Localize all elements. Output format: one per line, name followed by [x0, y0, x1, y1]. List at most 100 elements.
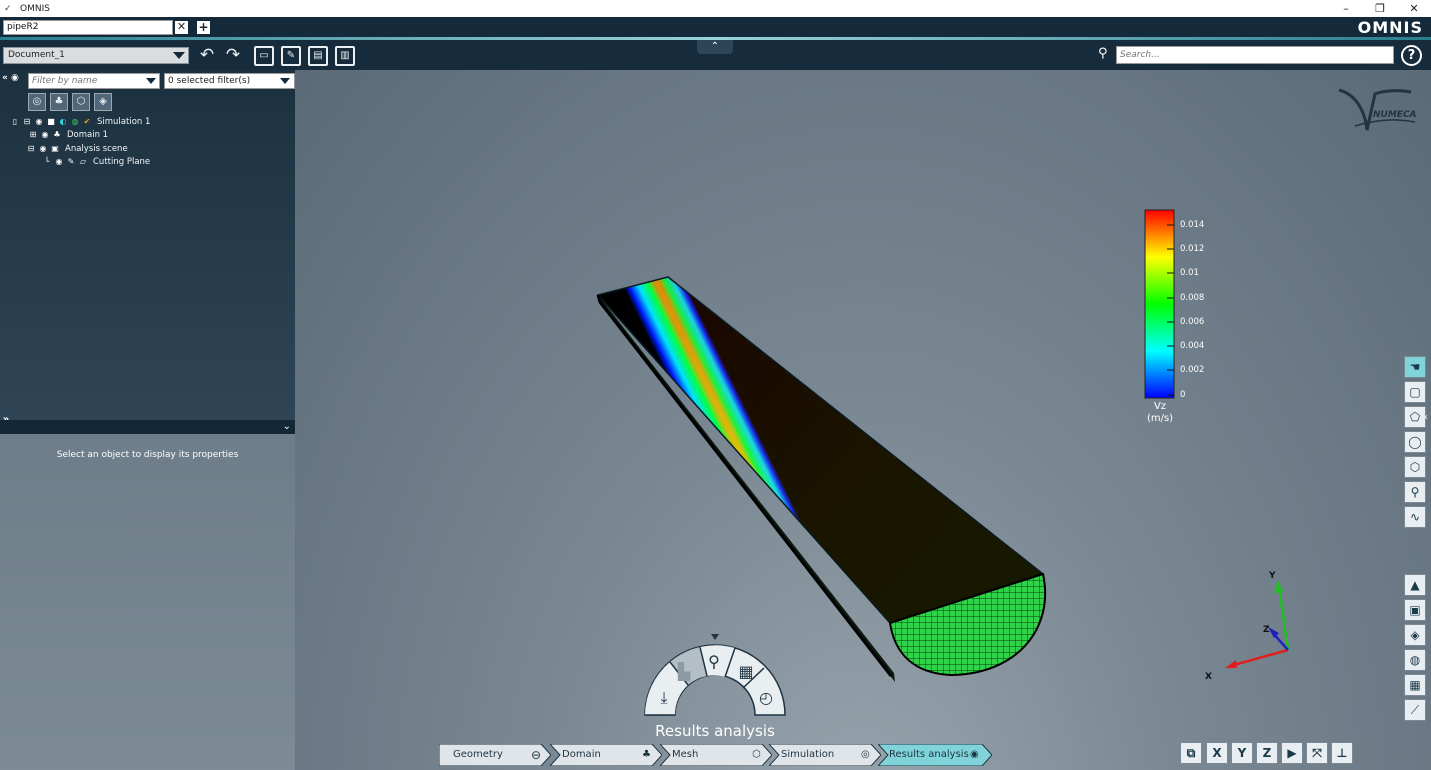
filter-select[interactable]: 0 selected filter(s) [164, 73, 295, 89]
expand-icon[interactable]: ⊞ [28, 130, 38, 139]
legend-tick-label: 0.012 [1180, 244, 1205, 254]
axes-icon[interactable]: ⊥ [1331, 742, 1353, 764]
undo-icon[interactable]: ↶ [196, 45, 218, 67]
image-export-icon[interactable]: ▣ [1404, 599, 1426, 621]
legend-tick-label: 0 [1180, 390, 1186, 400]
tree-item-analysis-scene[interactable]: ⊟ ◉ ▣ Analysis scene [26, 142, 128, 155]
show-geometry-icon[interactable]: ◎ [28, 93, 46, 111]
camera-icon[interactable]: ▶ [1281, 742, 1303, 764]
legend-tick-label: 0.008 [1180, 293, 1205, 303]
help-icon[interactable]: ? [1401, 45, 1422, 66]
window-layout-icon[interactable]: ▥ [335, 46, 355, 66]
properties-panel: Select an object to display its properti… [0, 434, 295, 770]
3d-viewport[interactable]: NUMECA [295, 70, 1431, 770]
visibility-toggle-icon[interactable]: ◉ [11, 73, 19, 83]
perspective-view-icon[interactable]: ⧉ [1180, 742, 1202, 764]
fit-view-icon[interactable]: ⤧ [1306, 742, 1328, 764]
search-input[interactable] [1116, 46, 1394, 64]
chart-icon[interactable]: ▙ [672, 662, 696, 681]
chevron-down-icon[interactable]: ⌄ [283, 420, 291, 434]
expand-icon[interactable]: ⊟ [22, 117, 32, 126]
filter-dropdown-icon[interactable] [146, 78, 156, 84]
save-icon[interactable]: ▭ [254, 46, 274, 66]
redo-icon[interactable]: ↷ [222, 45, 244, 67]
restore-button[interactable]: ❐ [1363, 0, 1397, 17]
cube-view-icon[interactable]: ◈ [1404, 624, 1426, 646]
add-tab-icon[interactable]: + [197, 21, 210, 34]
running-icon: ◍ [71, 117, 79, 126]
shading-icon[interactable]: ◍ [1404, 649, 1426, 671]
tree-item-label: Simulation 1 [97, 116, 151, 127]
collapse-toolbar-toggle[interactable]: ⌃ [697, 40, 733, 54]
view-z-button[interactable]: Z [1256, 742, 1278, 764]
polygon-select-icon[interactable]: ⬠ [1404, 406, 1426, 428]
eye-icon[interactable]: ◉ [38, 144, 48, 153]
show-mesh-icon[interactable]: ⬡ [72, 93, 90, 111]
wheel-title: Results analysis [655, 722, 775, 740]
workflow-step-simulation[interactable]: Simulation ◎ [769, 744, 881, 766]
viewport-scene: NUMECA [596, 88, 1417, 682]
face-select-icon[interactable]: ⬡ [1404, 456, 1426, 478]
close-tab-icon[interactable]: ✕ [175, 21, 188, 34]
collapse-panel-icon[interactable]: « ◉ [2, 73, 19, 83]
cutting-plane-edge-right [598, 277, 1043, 623]
calculator-icon[interactable]: ▦ [734, 662, 758, 681]
properties-empty-message: Select an object to display its properti… [56, 450, 239, 460]
legend-variable: Vz [1153, 401, 1167, 412]
download-icon[interactable]: ⤓ [652, 688, 676, 708]
tree-item-label: Analysis scene [65, 143, 128, 154]
box-select-icon[interactable]: ▢ [1404, 381, 1426, 403]
mesh-step-icon: ⬡ [752, 749, 761, 760]
side-collapse-icon[interactable]: ‹ [1424, 412, 1428, 423]
edit-icon[interactable]: ✎ [66, 157, 76, 166]
legend-tick-label: 0.002 [1180, 365, 1205, 375]
curve-select-icon[interactable]: ∿ [1404, 506, 1426, 528]
document-tab-bar: pipeR2 ✕ + OMNIS [0, 17, 1431, 37]
tree-item-simulation[interactable]: ▯ ⊟ ◉ ■ ◐ ◍ ✔ Simulation 1 [10, 115, 151, 128]
legend-title: Vz (m/s) [1138, 401, 1182, 425]
tree-item-label: Domain 1 [67, 129, 109, 140]
legend-tick-label: 0.004 [1180, 341, 1205, 351]
results-step-icon: ◉ [970, 749, 979, 760]
eye-icon[interactable]: ◉ [34, 117, 44, 126]
lasso-select-icon[interactable]: ◯ [1404, 431, 1426, 453]
app-menu-icon[interactable]: ✓ [4, 4, 18, 14]
tree-branch-icon: └ [44, 157, 50, 166]
filter-select-arrow-icon[interactable] [280, 78, 290, 84]
workflow-step-results-analysis[interactable]: Results analysis ◉ [878, 744, 992, 766]
show-box-icon[interactable]: ◈ [94, 93, 112, 111]
view-y-button[interactable]: Y [1231, 742, 1253, 764]
checkmark-icon: ✔ [83, 117, 91, 126]
legend-tick-label: 0.014 [1180, 220, 1205, 230]
workflow-step-mesh[interactable]: Mesh ⬡ [660, 744, 772, 766]
workflow-step-domain[interactable]: Domain ♣ [550, 744, 662, 766]
point-select-icon[interactable]: ⚲ [1404, 481, 1426, 503]
show-domain-icon[interactable]: ♣ [50, 93, 68, 111]
timer-icon[interactable]: ◴ [754, 688, 778, 707]
workflow-step-label: Simulation [781, 749, 835, 760]
minimize-button[interactable]: – [1329, 0, 1363, 17]
wireframe-icon[interactable]: ▦ [1404, 674, 1426, 696]
expand-icon[interactable]: ⊟ [26, 144, 36, 153]
eye-icon[interactable]: ◉ [40, 130, 50, 139]
probe-location-icon[interactable]: ⚲ [702, 652, 726, 671]
object-tree-panel: « ◉ 0 selected filter(s) ☷ ◎ ♣ ⬡ ◈ ◎ ♣ ⬡… [0, 70, 424, 420]
tree-item-domain[interactable]: ⊞ ◉ ♣ Domain 1 [28, 128, 108, 141]
legend-tick-label: 0.006 [1180, 317, 1205, 327]
collapse-panel-label: « [2, 73, 8, 83]
save-as-icon[interactable]: ✎ [281, 46, 301, 66]
close-window-button[interactable]: ✕ [1397, 0, 1431, 17]
document-select[interactable]: Document_1 [3, 47, 189, 64]
filter-by-name-input[interactable] [28, 73, 160, 89]
eye-icon[interactable]: ◉ [54, 157, 64, 166]
workflow-step-label: Mesh [672, 749, 699, 760]
save-all-icon[interactable]: ▤ [308, 46, 328, 66]
screenshot-icon[interactable]: ▲ [1404, 574, 1426, 596]
view-x-button[interactable]: X [1206, 742, 1228, 764]
tree-item-cutting-plane[interactable]: └ ◉ ✎ ▱ Cutting Plane [42, 155, 151, 168]
measure-icon[interactable]: ⟋ [1404, 699, 1426, 721]
workflow-step-label: Domain [562, 749, 601, 760]
workflow-step-geometry[interactable]: Geometry ⊖ [439, 744, 551, 766]
pan-hand-icon[interactable]: ☚ [1404, 356, 1426, 378]
project-tab[interactable]: pipeR2 [3, 20, 173, 35]
